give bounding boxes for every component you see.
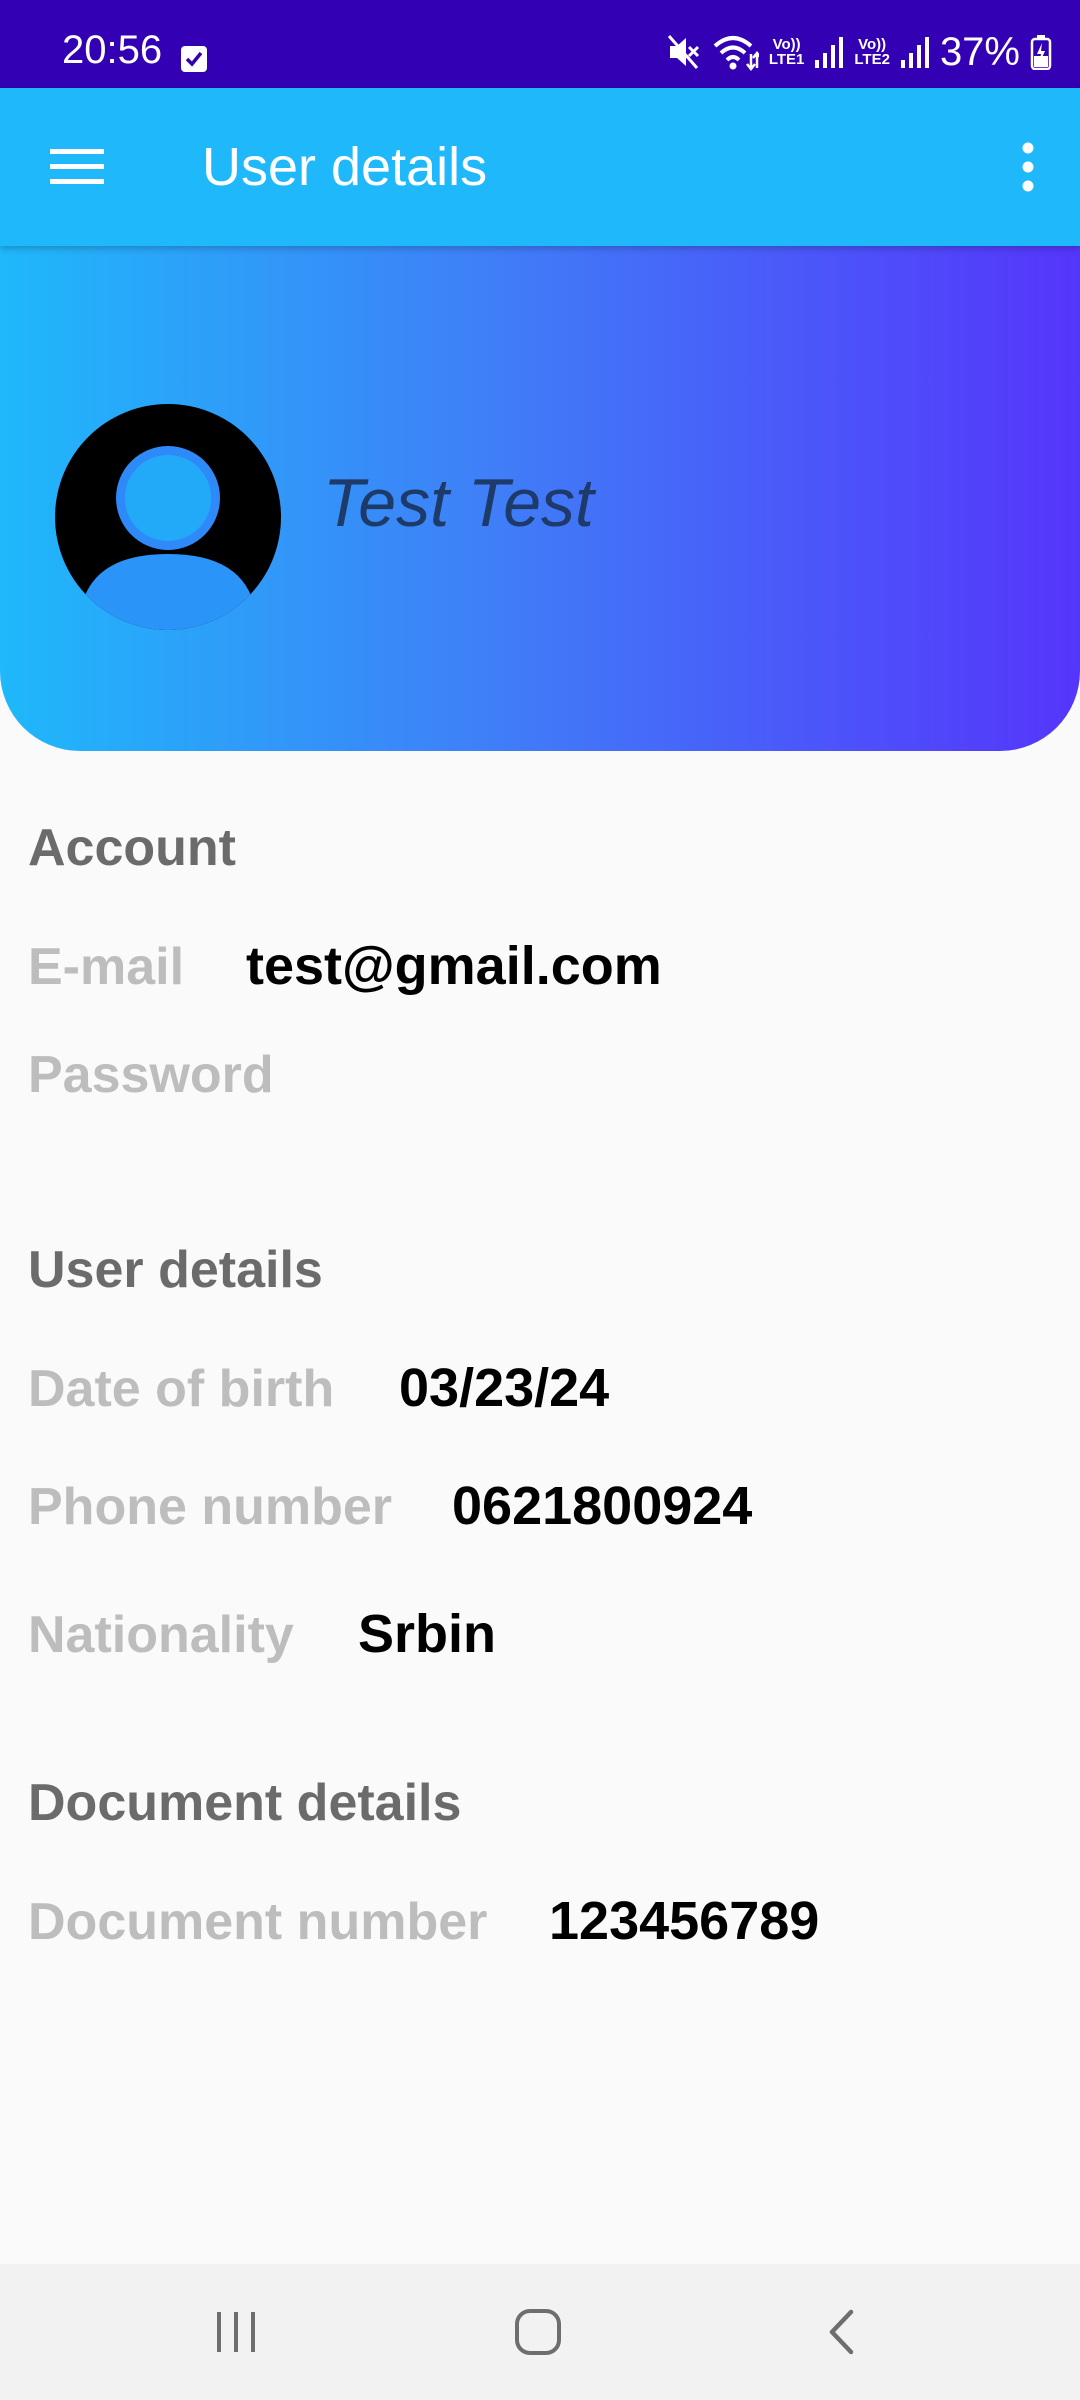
nationality-value: Srbin [358,1604,497,1664]
sim1-lte-label: LTE1 [768,51,805,68]
mute-icon [667,35,699,69]
recents-button[interactable] [186,2292,286,2372]
wifi-icon [713,36,759,72]
sim2-lte-label: LTE2 [854,51,890,68]
password-label: Password [28,1046,274,1104]
sim1-volte-label: Vo)) [772,36,801,53]
home-button[interactable] [488,2292,588,2372]
more-options-button[interactable] [992,126,1064,208]
profile-header: Test Test [0,246,1080,751]
profile-name: Test Test [323,465,594,541]
password-row: Password [28,1045,274,1105]
page-title: User details [202,137,488,197]
sim1-lte-indicator: Vo)) LTE1 [769,37,805,67]
document-number-label: Document number [28,1893,488,1951]
signal-icon [815,37,844,68]
battery-percentage: 37% [939,30,1020,74]
back-icon [829,2309,854,2355]
recents-icon [217,2312,255,2352]
battery-icon [1030,35,1052,70]
email-value: test@gmail.com [246,936,662,996]
email-label: E-mail [28,938,185,996]
account-circle-icon [55,404,281,630]
status-time: 20:56 [62,28,163,72]
document-number-row: Document number 123456789 [28,1890,819,1952]
email-row: E-mail test@gmail.com [28,935,662,997]
phone-value: 0621800924 [452,1476,753,1536]
more-vert-icon [1022,142,1034,192]
document-section-title: Document details [28,1774,462,1832]
back-button[interactable] [791,2292,891,2372]
dob-value: 03/23/24 [399,1358,610,1418]
dob-label: Date of birth [28,1360,335,1418]
phone-row: Phone number 0621800924 [28,1475,752,1537]
checkbox-notification-icon [181,46,207,72]
app-bar: User details [0,88,1080,246]
phone-label: Phone number [28,1478,393,1536]
account-section-title: Account [28,819,236,877]
nationality-label: Nationality [28,1606,294,1664]
user-details-section-title: User details [28,1241,323,1299]
hamburger-menu-icon [50,149,104,184]
sim2-volte-label: Vo)) [858,36,887,53]
home-icon [515,2309,561,2355]
sim2-lte-indicator: Vo)) LTE2 [854,37,890,67]
nationality-row: Nationality Srbin [28,1603,496,1665]
menu-button[interactable] [36,132,118,202]
status-icons: Vo)) LTE1 Vo)) LTE2 37% [667,30,1052,74]
dob-row: Date of birth 03/23/24 [28,1357,609,1419]
navigation-bar [0,2264,1080,2400]
document-number-value: 123456789 [549,1891,820,1951]
signal-icon [900,37,929,68]
status-bar: 20:56 Vo)) LTE1 Vo)) LTE2 37% [0,0,1080,88]
